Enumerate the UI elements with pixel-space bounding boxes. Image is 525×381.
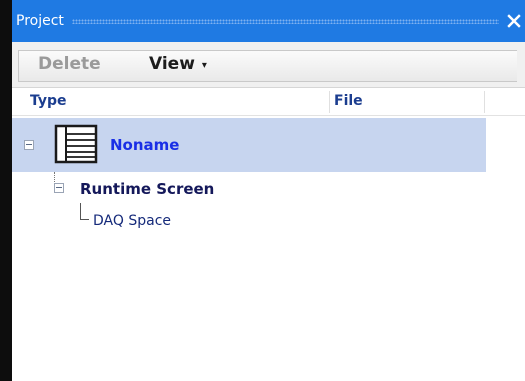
delete-button[interactable]: Delete	[38, 54, 101, 74]
tree-item-runtime-screen[interactable]: Runtime Screen	[80, 180, 214, 198]
collapse-toggle-icon[interactable]	[24, 140, 34, 150]
column-header-row: Type File	[12, 89, 525, 116]
tree-item-daq-space[interactable]: DAQ Space	[93, 213, 171, 229]
tree-connector	[80, 203, 89, 220]
view-menu-label: View	[149, 54, 195, 74]
panel-title-bar[interactable]: Project	[12, 0, 525, 42]
tree-row-noname[interactable]: Noname	[12, 118, 486, 172]
chevron-down-icon: ▾	[201, 60, 207, 71]
close-icon	[507, 14, 521, 28]
column-header-file[interactable]: File	[334, 93, 363, 109]
project-list-icon	[54, 124, 98, 168]
collapse-toggle-icon[interactable]	[54, 183, 64, 193]
window-left-border	[0, 0, 12, 381]
tree-item-label: Noname	[110, 136, 180, 154]
panel-title: Project	[16, 13, 64, 29]
title-grip	[71, 18, 499, 24]
column-divider[interactable]	[484, 91, 485, 113]
view-menu-button[interactable]: View ▾	[149, 54, 207, 74]
toolbar: Delete View ▾	[12, 42, 525, 88]
column-header-type[interactable]: Type	[30, 93, 67, 109]
column-divider[interactable]	[329, 91, 330, 113]
close-button[interactable]	[507, 10, 525, 32]
